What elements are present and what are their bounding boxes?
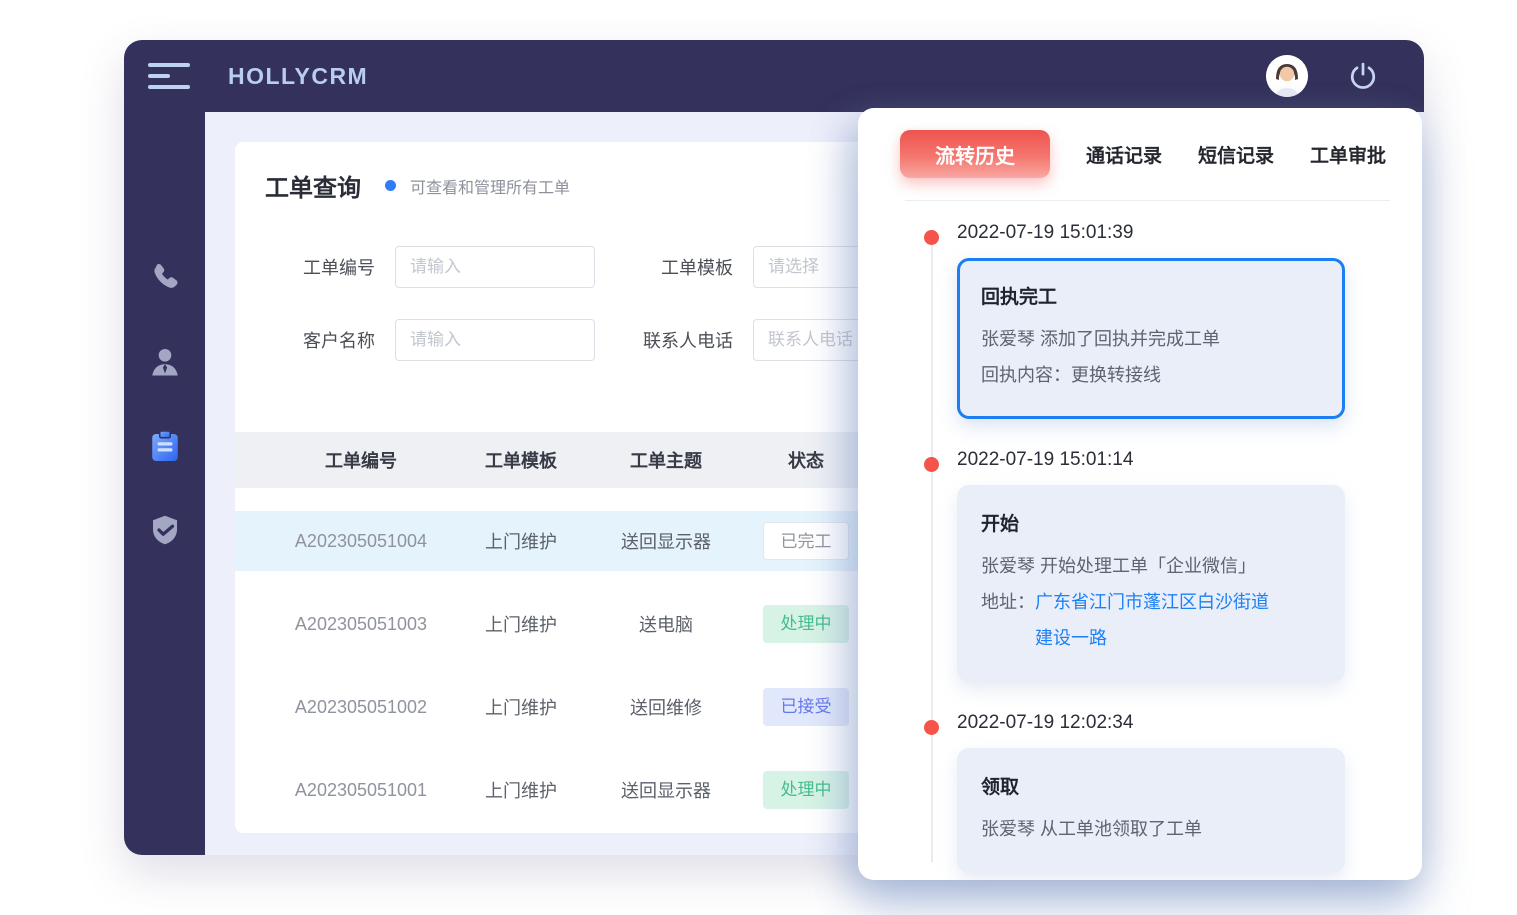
phone-icon	[147, 260, 183, 296]
field-label-contact-phone: 联系人电话	[613, 327, 733, 353]
order-id-input[interactable]	[395, 246, 595, 288]
customer-icon	[147, 344, 183, 380]
page-title: 工单查询	[265, 168, 361, 203]
timeline-entry: 2022-07-19 15:01:14 开始 张爱琴 开始处理工单「企业微信」地…	[858, 449, 1422, 682]
timeline-card-title: 开始	[981, 509, 1321, 536]
tab-call-records[interactable]: 通话记录	[1086, 141, 1162, 168]
status-badge: 处理中	[763, 771, 849, 809]
sidebar-item-phone[interactable]	[145, 258, 185, 298]
column-header-status: 状态	[741, 447, 871, 473]
work-order-detail-panel: 流转历史 通话记录 短信记录 工单审批 2022-07-19 15:01:39 …	[858, 108, 1422, 880]
brand-logo: HOLLYCRM	[228, 63, 368, 90]
timeline-timestamp: 2022-07-19 12:02:34	[957, 712, 1422, 734]
user-avatar[interactable]	[1266, 55, 1308, 97]
timeline-dot-icon	[924, 457, 939, 472]
timeline-timestamp: 2022-07-19 15:01:14	[957, 449, 1422, 471]
tab-sms-records[interactable]: 短信记录	[1198, 141, 1274, 168]
timeline-card-text: 回执内容：更换转接线	[981, 357, 1321, 393]
page-subtitle: 可查看和管理所有工单	[410, 174, 570, 198]
column-header-subject: 工单主题	[591, 447, 741, 473]
avatar-illustration	[1266, 55, 1308, 97]
column-header-order-id: 工单编号	[271, 447, 451, 473]
topbar-actions	[1266, 55, 1424, 97]
timeline-card-text: 张爱琴 从工单池领取了工单	[981, 811, 1321, 847]
timeline-entry: 2022-07-19 12:02:34 领取 张爱琴 从工单池领取了工单	[858, 712, 1422, 873]
tab-circulation-history[interactable]: 流转历史	[900, 130, 1050, 178]
timeline-card[interactable]: 领取 张爱琴 从工单池领取了工单	[957, 748, 1345, 873]
sidebar-item-security[interactable]	[145, 510, 185, 550]
timeline-card[interactable]: 开始 张爱琴 开始处理工单「企业微信」地址：广东省江门市蓬江区白沙街道建设一路	[957, 485, 1345, 682]
status-badge: 已接受	[763, 688, 849, 726]
sidebar-item-customers[interactable]	[145, 342, 185, 382]
work-order-clipboard-icon	[147, 428, 183, 464]
field-label-template: 工单模板	[613, 254, 733, 280]
column-header-template: 工单模板	[451, 447, 591, 473]
field-label-order-id: 工单编号	[283, 254, 375, 280]
timeline-dot-icon	[924, 720, 939, 735]
power-icon[interactable]	[1348, 61, 1378, 91]
timeline-card[interactable]: 回执完工 张爱琴 添加了回执并完成工单回执内容：更换转接线	[957, 258, 1345, 419]
circulation-timeline: 2022-07-19 15:01:39 回执完工 张爱琴 添加了回执并完成工单回…	[858, 200, 1422, 880]
timeline-card-text: 张爱琴 开始处理工单「企业微信」	[981, 548, 1321, 584]
timeline-card-title: 回执完工	[981, 282, 1321, 309]
screenshot-stage: HOLLYCRM	[0, 0, 1517, 915]
tab-approval[interactable]: 工单审批	[1310, 141, 1386, 168]
field-label-customer: 客户名称	[283, 327, 375, 353]
page-header: 工单查询 可查看和管理所有工单	[265, 168, 570, 203]
timeline-timestamp: 2022-07-19 15:01:39	[957, 222, 1422, 244]
timeline-card-text: 张爱琴 添加了回执并完成工单	[981, 321, 1321, 357]
timeline-card-title: 领取	[981, 772, 1321, 799]
timeline-card-text: 地址：广东省江门市蓬江区白沙街道建设一路	[981, 584, 1321, 656]
address-link[interactable]: 广东省江门市蓬江区白沙街道建设一路	[1035, 584, 1285, 656]
customer-name-input[interactable]	[395, 319, 595, 361]
detail-tabs: 流转历史 通话记录 短信记录 工单审批	[900, 130, 1386, 178]
address-label: 地址：	[981, 584, 1035, 620]
status-badge: 处理中	[763, 605, 849, 643]
timeline-dot-icon	[924, 230, 939, 245]
top-bar: HOLLYCRM	[124, 40, 1424, 112]
timeline-entry: 2022-07-19 15:01:39 回执完工 张爱琴 添加了回执并完成工单回…	[858, 222, 1422, 419]
status-badge: 已完工	[763, 522, 849, 560]
sidebar-item-work-orders[interactable]	[145, 426, 185, 466]
subtitle-dot-icon	[385, 180, 396, 191]
hamburger-menu-icon[interactable]	[148, 63, 190, 89]
sidebar	[124, 112, 205, 855]
shield-check-icon	[147, 512, 183, 548]
